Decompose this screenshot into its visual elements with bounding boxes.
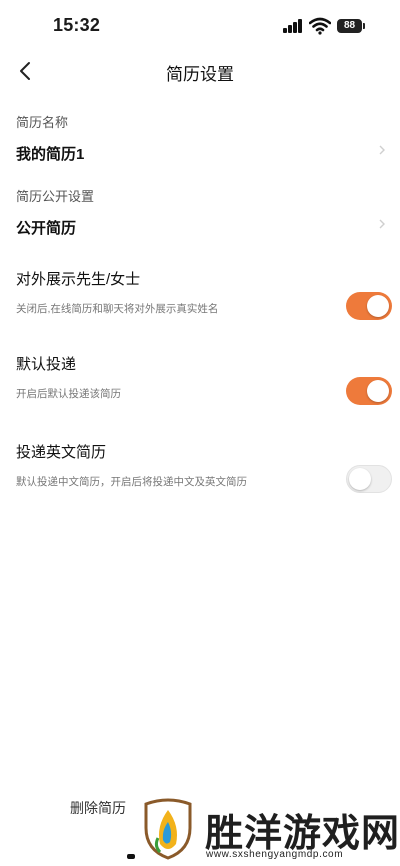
page-title: 简历设置	[166, 65, 234, 84]
toggle-title: 默认投递	[16, 356, 77, 373]
english-resume-switch[interactable]	[346, 465, 392, 493]
toggle-description: 开启后默认投递该简历	[16, 388, 121, 400]
resume-name-row[interactable]: 简历名称 我的简历1	[16, 112, 386, 163]
toggle-title: 投递英文简历	[16, 444, 107, 461]
wifi-icon	[309, 17, 331, 35]
toggle-row-default-submit: 默认投递 开启后默认投递该简历	[16, 353, 392, 413]
switch-knob	[367, 380, 389, 402]
signal-icon	[283, 19, 305, 33]
battery-indicator: 88	[337, 19, 362, 33]
resume-visibility-row[interactable]: 简历公开设置 公开简历	[16, 186, 386, 237]
default-submit-switch[interactable]	[346, 377, 392, 405]
switch-knob	[349, 468, 371, 490]
resume-name-label: 简历名称	[16, 115, 69, 130]
delete-resume-button[interactable]: 删除简历	[70, 798, 126, 818]
chevron-right-icon	[379, 145, 385, 155]
chevron-right-icon	[379, 219, 385, 229]
toggle-row-display-title: 对外展示先生/女士 关闭后,在线简历和聊天将对外展示真实姓名	[16, 268, 392, 328]
toggle-description: 默认投递中文简历，开启后将投递中文及英文简历	[16, 476, 247, 488]
display-title-switch[interactable]	[346, 292, 392, 320]
watermark-url: www.sxshengyangmdp.com	[206, 849, 344, 860]
resume-visibility-value: 公开简历	[16, 220, 77, 237]
resume-visibility-label: 简历公开设置	[16, 189, 95, 204]
toggle-row-english-resume: 投递英文简历 默认投递中文简历，开启后将投递中文及英文简历	[16, 441, 392, 501]
resume-name-value: 我的简历1	[16, 146, 85, 163]
toggle-description: 关闭后,在线简历和聊天将对外展示真实姓名	[16, 303, 219, 315]
home-indicator	[127, 854, 135, 859]
battery-tip	[363, 23, 365, 29]
status-bar: 15:32 88	[0, 0, 400, 52]
switch-knob	[367, 295, 389, 317]
status-time: 15:32	[53, 15, 101, 35]
toggle-title: 对外展示先生/女士	[16, 271, 141, 288]
watermark-logo	[144, 798, 192, 860]
